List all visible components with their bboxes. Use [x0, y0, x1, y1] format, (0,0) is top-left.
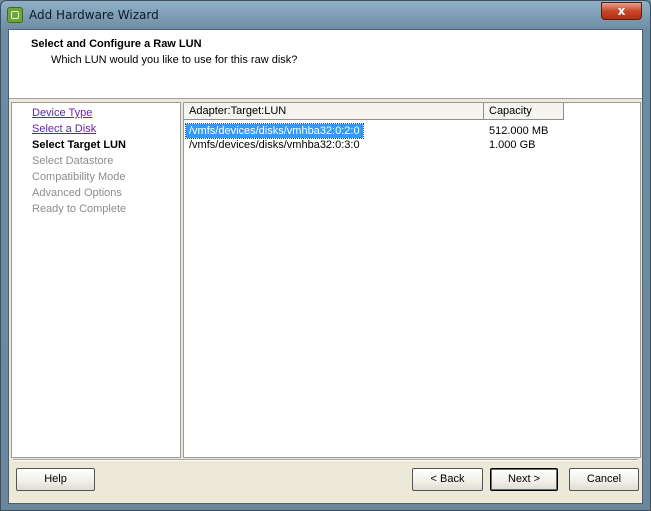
table-row[interactable]: /vmfs/devices/disks/vmhba32:0:2:0 512.00… — [184, 123, 640, 139]
wizard-header: Select and Configure a Raw LUN Which LUN… — [9, 30, 642, 99]
step-ready-to-complete: Ready to Complete — [32, 203, 127, 215]
page-subtitle: Which LUN would you like to use for this… — [51, 54, 298, 66]
step-select-datastore: Select Datastore — [32, 155, 114, 167]
step-select-a-disk[interactable]: Select a Disk — [32, 123, 96, 135]
wizard-client-area: Select and Configure a Raw LUN Which LUN… — [8, 29, 643, 504]
close-button[interactable]: x — [601, 2, 642, 20]
step-device-type[interactable]: Device Type — [32, 107, 92, 119]
table-header: Adapter:Target:LUN Capacity — [184, 103, 640, 120]
table-row[interactable]: /vmfs/devices/disks/vmhba32:0:3:0 1.000 … — [184, 138, 640, 152]
app-icon — [7, 7, 23, 23]
title-bar[interactable]: Add Hardware Wizard x — [1, 1, 650, 29]
back-button[interactable]: < Back — [412, 468, 483, 491]
lun-capacity-cell: 512.000 MB — [489, 125, 549, 137]
next-button[interactable]: Next > — [490, 468, 558, 491]
wizard-window: Add Hardware Wizard x Select and Configu… — [0, 0, 651, 511]
page-title: Select and Configure a Raw LUN — [31, 38, 202, 50]
lun-path-cell: /vmfs/devices/disks/vmhba32:0:2:0 — [185, 123, 364, 139]
lun-path-cell: /vmfs/devices/disks/vmhba32:0:3:0 — [189, 139, 360, 151]
column-header-capacity[interactable]: Capacity — [484, 103, 564, 120]
step-compatibility-mode: Compatibility Mode — [32, 171, 126, 183]
button-bar-divider-highlight — [13, 460, 638, 461]
wizard-steps-panel: Device Type Select a Disk Select Target … — [11, 102, 181, 458]
step-advanced-options: Advanced Options — [32, 187, 122, 199]
lun-capacity-cell: 1.000 GB — [489, 139, 536, 151]
lun-list[interactable]: Adapter:Target:LUN Capacity /vmfs/device… — [183, 102, 641, 458]
step-select-target-lun: Select Target LUN — [32, 139, 126, 151]
help-button[interactable]: Help — [16, 468, 95, 491]
column-header-adapter-target-lun[interactable]: Adapter:Target:LUN — [184, 103, 484, 120]
cancel-button[interactable]: Cancel — [569, 468, 639, 491]
window-title: Add Hardware Wizard — [29, 8, 159, 22]
